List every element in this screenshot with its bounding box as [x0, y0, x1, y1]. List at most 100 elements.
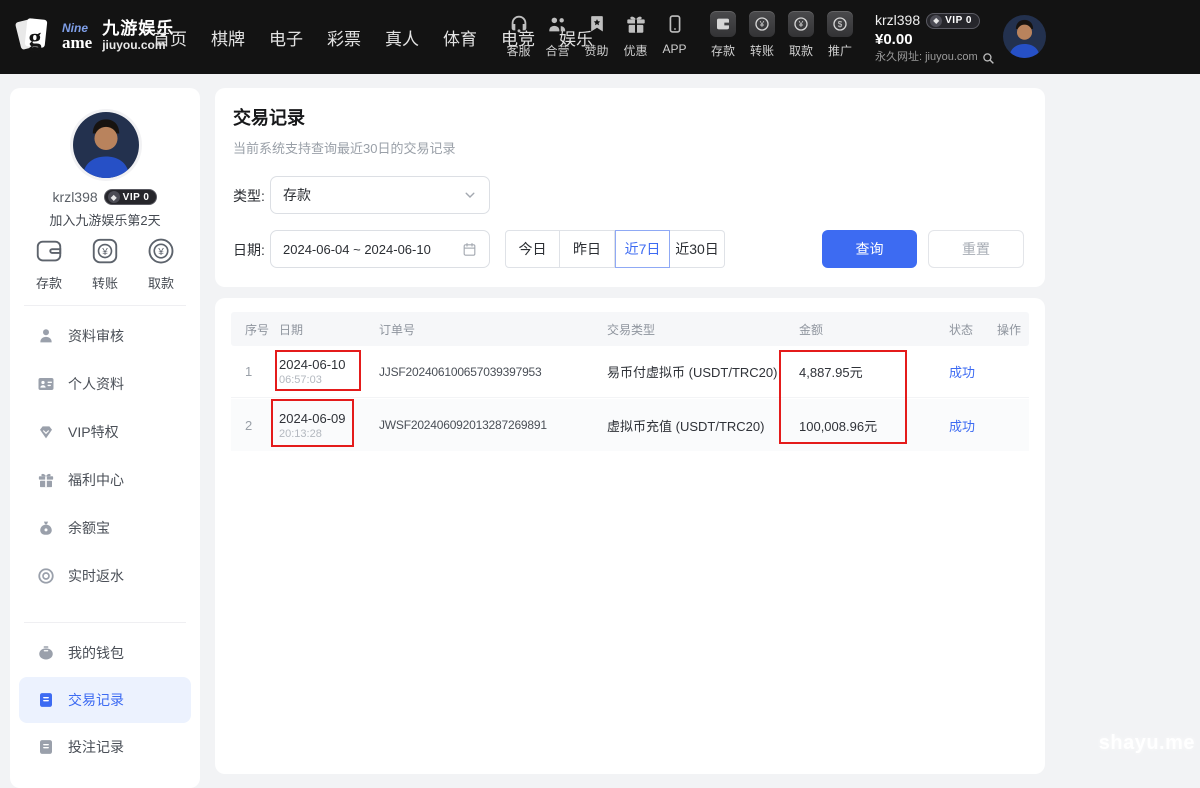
table-row[interactable]: 1 2024-06-10 06:57:03 JJSF20240610065703… [231, 346, 1029, 398]
notebook-icon [37, 738, 55, 756]
diamond-icon [37, 423, 55, 441]
sidebar-item-label: 投注记录 [68, 737, 124, 757]
partnership-link[interactable]: 合营 [544, 11, 571, 59]
sidebar-menu-group-1: 资料审核 个人资料 VIP特权 福利中心 余额宝 实时返水 [10, 312, 200, 600]
calendar-icon [462, 242, 477, 257]
topbar-quick-links: 客服 合营 赞助 优惠 APP [505, 11, 688, 59]
date-range-input[interactable]: 2024-06-04 ~ 2024-06-10 [270, 230, 490, 268]
query-button[interactable]: 查询 [822, 230, 917, 268]
sidebar-item-vip[interactable]: VIP特权 [10, 408, 200, 456]
sponsor-link[interactable]: 赞助 [583, 11, 610, 59]
row-time-value: 06:57:03 [279, 374, 371, 386]
sidebar-item-welfare[interactable]: 福利中心 [10, 456, 200, 504]
transactions-table-card: 序号 日期 订单号 交易类型 金额 状态 操作 1 2024-06-10 06:… [215, 298, 1045, 774]
reset-button[interactable]: 重置 [928, 230, 1024, 268]
deposit-wallet-icon [34, 236, 64, 266]
quick-transfer[interactable]: ¥ 转账 [90, 236, 120, 292]
sidebar-item-label: 实时返水 [68, 566, 124, 586]
quick-deposit-label: 存款 [36, 273, 62, 292]
sidebar-item-transactions[interactable]: 交易记录 [19, 677, 191, 723]
sidebar-item-label: 福利中心 [68, 470, 124, 490]
promote-link[interactable]: $ 推广 [827, 11, 853, 59]
nav-lottery[interactable]: 彩票 [327, 25, 361, 50]
quick-deposit[interactable]: 存款 [34, 236, 64, 292]
sidebar-item-label: 余额宝 [68, 518, 110, 538]
sidebar-item-rebate[interactable]: 实时返水 [10, 552, 200, 600]
sidebar-item-my-wallet[interactable]: 我的钱包 [10, 629, 200, 677]
sidebar-item-profile[interactable]: 个人资料 [10, 360, 200, 408]
promo-link[interactable]: 优惠 [622, 11, 649, 59]
sidebar-item-bets[interactable]: 投注记录 [10, 723, 200, 771]
range-7days-button[interactable]: 近7日 [615, 230, 670, 268]
nav-slots[interactable]: 电子 [269, 25, 303, 50]
row-date-value: 2024-06-09 [279, 411, 371, 426]
table-header: 序号 日期 订单号 交易类型 金额 状态 操作 [231, 312, 1029, 346]
joined-days: 加入九游娱乐第2天 [10, 210, 200, 229]
row-amount: 4,887.95元 [791, 362, 941, 381]
row-no: 1 [231, 364, 271, 379]
partners-icon [547, 11, 569, 37]
topbar-avatar[interactable] [1003, 15, 1046, 58]
permanent-url: 永久网址: jiuyou.com [875, 51, 978, 65]
quick-range-group: 今日 昨日 近7日 近30日 [505, 230, 725, 268]
sidebar-divider [24, 305, 186, 306]
brand-logo[interactable]: g Nine ame 九游娱乐 jiuyou.com [12, 13, 174, 59]
row-date: 2024-06-09 20:13:28 [271, 411, 371, 440]
quick-transfer-label: 转账 [92, 273, 118, 292]
brand-wordmark: Nine ame [62, 22, 92, 51]
notebook-icon [37, 691, 55, 709]
headset-icon [508, 11, 530, 37]
page-subtitle: 当前系统支持查询最近30日的交易记录 [233, 138, 455, 157]
svg-text:¥: ¥ [101, 247, 108, 258]
svg-text:g: g [29, 23, 42, 52]
search-icon[interactable] [982, 52, 995, 65]
transfer-link[interactable]: ¥ 转账 [749, 11, 775, 59]
date-range-value: 2024-06-04 ~ 2024-06-10 [283, 242, 462, 257]
sidebar-item-label: 个人资料 [68, 374, 124, 394]
sidebar: krzl398 ◆ VIP 0 加入九游娱乐第2天 存款 ¥ 转账 ¥ 取款 资… [10, 88, 200, 788]
withdraw-link[interactable]: ¥ 取款 [788, 11, 814, 59]
sidebar-item-yuebao[interactable]: 余额宝 [10, 504, 200, 552]
nav-sports[interactable]: 体育 [443, 25, 477, 50]
target-icon [37, 567, 55, 585]
range-today-button[interactable]: 今日 [505, 230, 560, 268]
vip-level: VIP 0 [945, 15, 972, 28]
type-select[interactable]: 存款 [270, 176, 490, 214]
nav-chess[interactable]: 棋牌 [211, 25, 245, 50]
topbar-wallet-links: 存款 ¥ 转账 ¥ 取款 $ 推广 [710, 11, 853, 59]
brand-nine: Nine [62, 22, 92, 34]
deposit-label: 存款 [711, 42, 735, 59]
row-date-value: 2024-06-10 [279, 357, 371, 372]
piggy-bank-icon [37, 644, 55, 662]
table-row[interactable]: 2 2024-06-09 20:13:28 JWSF20240609201328… [231, 399, 1029, 451]
col-no: 序号 [231, 321, 271, 338]
sidebar-item-label: 我的钱包 [68, 643, 124, 663]
quick-withdraw-label: 取款 [148, 273, 174, 292]
sidebar-item-audit[interactable]: 资料审核 [10, 312, 200, 360]
chevron-down-icon [463, 188, 477, 202]
topbar: g Nine ame 九游娱乐 jiuyou.com 首页 棋牌 电子 彩票 真… [0, 0, 1200, 74]
sidebar-item-label: VIP特权 [68, 422, 119, 442]
person-icon [37, 327, 55, 345]
row-amount: 100,008.96元 [791, 416, 941, 435]
date-label: 日期: [233, 240, 265, 260]
deposit-link[interactable]: 存款 [710, 11, 736, 59]
withdraw-label: 取款 [789, 42, 813, 59]
withdraw-coin-icon: ¥ [146, 236, 176, 266]
col-order: 订单号 [371, 321, 599, 338]
svg-text:¥: ¥ [759, 20, 765, 29]
nav-live[interactable]: 真人 [385, 25, 419, 50]
quick-withdraw[interactable]: ¥ 取款 [146, 236, 176, 292]
profile-avatar[interactable] [73, 112, 139, 178]
vip-badge: ◆ VIP 0 [926, 13, 980, 30]
service-link[interactable]: 客服 [505, 11, 532, 59]
row-order-no: JJSF202406100657039397953 [371, 365, 599, 379]
nav-home[interactable]: 首页 [153, 25, 187, 50]
sidebar-item-label: 交易记录 [68, 690, 124, 710]
range-yesterday-button[interactable]: 昨日 [560, 230, 615, 268]
transfer-label: 转账 [750, 42, 774, 59]
app-link[interactable]: APP [661, 11, 688, 59]
app-label: APP [662, 42, 686, 56]
sidebar-quick-actions: 存款 ¥ 转账 ¥ 取款 [10, 236, 200, 292]
range-30days-button[interactable]: 近30日 [670, 230, 725, 268]
